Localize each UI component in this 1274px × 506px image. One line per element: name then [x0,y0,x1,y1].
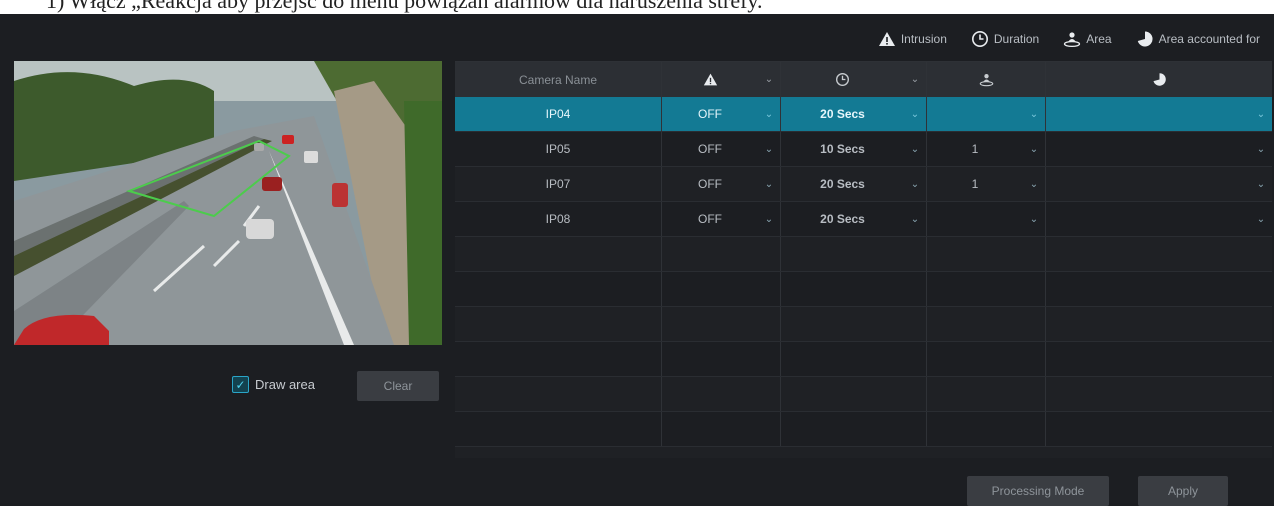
chevron-down-icon[interactable]: ⌄ [904,109,926,120]
camera-name-cell: IP04 [455,97,662,131]
pie-chart-icon [1153,73,1166,86]
duration-value: 20 Secs [820,107,865,121]
duration-select[interactable]: 20 Secs ⌄ [781,167,927,201]
empty-row [455,342,1272,377]
camera-name-cell: IP05 [455,132,662,166]
chevron-down-icon[interactable]: ⌄ [904,74,926,85]
intrusion-value: OFF [698,177,722,191]
legend-intrusion: Intrusion [878,30,947,48]
area-accounted-select[interactable]: ⌄ [1046,167,1272,201]
camera-name-cell: IP07 [455,167,662,201]
camera-preview[interactable] [14,61,442,345]
intrusion-select[interactable]: OFF ⌄ [662,97,781,131]
intrusion-value: OFF [698,107,722,121]
draw-area-label: Draw area [255,377,315,392]
chevron-down-icon[interactable]: ⌄ [1250,214,1272,225]
header-camera-name: Camera Name [455,62,662,97]
area-select[interactable]: ⌄ [927,97,1046,131]
table-row[interactable]: IP05 OFF ⌄ 10 Secs ⌄ 1 ⌄ ⌄ [455,132,1272,167]
area-accounted-select[interactable]: ⌄ [1046,202,1272,236]
apply-button[interactable]: Apply [1138,476,1228,506]
duration-value: 20 Secs [820,212,865,226]
area-value: 1 [971,142,979,156]
empty-row [455,237,1272,272]
chevron-down-icon[interactable]: ⌄ [1023,109,1045,120]
area-select[interactable]: 1 ⌄ [927,167,1046,201]
chevron-down-icon[interactable]: ⌄ [904,144,926,155]
document-header-text: 1) Włącz „Reakcja aby przejść do menu po… [46,0,763,13]
clock-icon [971,31,988,47]
header-area [927,62,1046,97]
processing-mode-button[interactable]: Processing Mode [967,476,1109,506]
empty-row [455,307,1272,342]
area-accounted-select[interactable]: ⌄ [1046,132,1272,166]
pie-chart-icon [1137,31,1153,47]
header-intrusion[interactable]: ⌄ [662,62,781,97]
chevron-down-icon[interactable]: ⌄ [1023,214,1045,225]
duration-select[interactable]: 20 Secs ⌄ [781,97,927,131]
legend-area-accounted-label: Area accounted for [1158,32,1260,46]
area-select[interactable]: ⌄ [927,202,1046,236]
intrusion-select[interactable]: OFF ⌄ [662,132,781,166]
chevron-down-icon[interactable]: ⌄ [1023,144,1045,155]
legend-area: Area [1063,30,1112,48]
empty-row [455,377,1272,412]
legend-duration: Duration [971,30,1039,48]
chevron-down-icon[interactable]: ⌄ [758,214,780,225]
chevron-down-icon[interactable]: ⌄ [758,144,780,155]
duration-value: 20 Secs [820,177,865,191]
chevron-down-icon[interactable]: ⌄ [1023,179,1045,190]
document-header-strip: 1) Włącz „Reakcja aby przejść do menu po… [0,0,1274,14]
empty-row [455,272,1272,307]
highway-camera-image [14,61,442,345]
area-person-icon [979,74,993,87]
intrusion-select[interactable]: OFF ⌄ [662,167,781,201]
chevron-down-icon[interactable]: ⌄ [904,179,926,190]
chevron-down-icon[interactable]: ⌄ [1250,144,1272,155]
camera-table: Camera Name ⌄ ⌄ IP04 OFF ⌄ 20 Secs ⌄ ⌄ ⌄ [455,61,1272,458]
table-row[interactable]: IP08 OFF ⌄ 20 Secs ⌄ ⌄ ⌄ [455,202,1272,237]
area-accounted-select[interactable]: ⌄ [1046,97,1272,131]
warning-triangle-icon [703,73,717,86]
header-area-accounted [1046,62,1272,97]
clear-button[interactable]: Clear [357,371,439,401]
legend-area-accounted: Area accounted for [1136,30,1260,48]
intrusion-value: OFF [698,142,722,156]
draw-area-toggle[interactable]: ✓ Draw area [232,376,315,393]
header-duration[interactable]: ⌄ [781,62,927,97]
intrusion-config-panel: Intrusion Duration Area Area accounted f… [0,14,1274,506]
draw-area-checkbox[interactable]: ✓ [232,376,249,393]
duration-select[interactable]: 10 Secs ⌄ [781,132,927,166]
chevron-down-icon[interactable]: ⌄ [904,214,926,225]
empty-row [455,412,1272,447]
legend-duration-label: Duration [993,32,1040,46]
table-row[interactable]: IP07 OFF ⌄ 20 Secs ⌄ 1 ⌄ ⌄ [455,167,1272,202]
chevron-down-icon[interactable]: ⌄ [1250,109,1272,120]
table-header: Camera Name ⌄ ⌄ [455,62,1272,97]
chevron-down-icon[interactable]: ⌄ [1250,179,1272,190]
camera-name-cell: IP08 [455,202,662,236]
area-person-icon [1064,32,1081,48]
clock-icon [836,73,849,86]
column-legend: Intrusion Duration Area Area accounted f… [860,30,1260,48]
intrusion-value: OFF [698,212,722,226]
legend-intrusion-label: Intrusion [900,32,947,46]
duration-value: 10 Secs [820,142,865,156]
intrusion-select[interactable]: OFF ⌄ [662,202,781,236]
table-row[interactable]: IP04 OFF ⌄ 20 Secs ⌄ ⌄ ⌄ [455,97,1272,132]
area-value: 1 [971,177,979,191]
chevron-down-icon[interactable]: ⌄ [758,74,780,85]
duration-select[interactable]: 20 Secs ⌄ [781,202,927,236]
warning-triangle-icon [878,32,895,46]
chevron-down-icon[interactable]: ⌄ [758,109,780,120]
chevron-down-icon[interactable]: ⌄ [758,179,780,190]
area-select[interactable]: 1 ⌄ [927,132,1046,166]
legend-area-label: Area [1086,32,1112,46]
